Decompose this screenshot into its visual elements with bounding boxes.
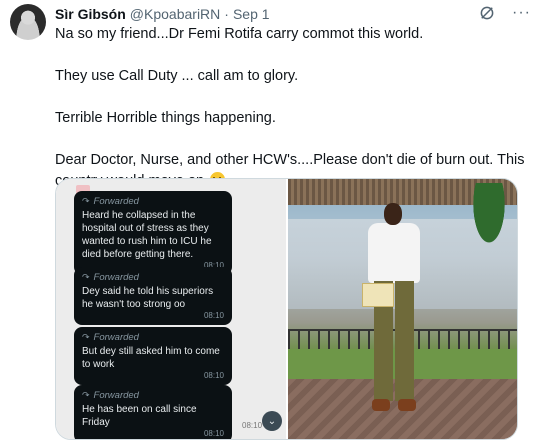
chat-message-text: But dey still asked him to come to work bbox=[82, 346, 220, 370]
chevron-down-icon: ⌄ bbox=[267, 415, 277, 427]
tweet-date[interactable]: Sep 1 bbox=[233, 6, 270, 22]
person-photo-image[interactable] bbox=[288, 179, 517, 439]
tweet-text: Na so my friend...Dr Femi Rotifa carry c… bbox=[55, 24, 525, 192]
chat-screenshot-image[interactable]: ↷ Forwarded Heard he collapsed in the hos… bbox=[56, 179, 286, 439]
person-shirt bbox=[368, 223, 420, 283]
side-time: 08:10 bbox=[242, 421, 263, 430]
grok-icon[interactable] bbox=[478, 4, 496, 22]
chat-message-4: ↷ Forwarded He has been on call since Fri… bbox=[74, 385, 232, 439]
chat-message-3: ↷ Forwarded But dey still asked him to co… bbox=[74, 327, 232, 385]
chat-message-text: He has been on call since Friday bbox=[82, 404, 197, 428]
forwarded-text: Forwarded bbox=[93, 196, 139, 207]
separator: · bbox=[224, 6, 229, 22]
forwarded-label: ↷ Forwarded bbox=[82, 271, 224, 284]
forwarded-label: ↷ Forwarded bbox=[82, 331, 224, 344]
forward-arrow-icon: ↷ bbox=[82, 390, 90, 400]
author-handle[interactable]: @KpoabariRN bbox=[130, 6, 220, 22]
right-shoe bbox=[398, 399, 416, 411]
chat-message-time: 08:10 bbox=[203, 371, 224, 380]
chat-message-2: ↷ Forwarded Dey said he told his superior… bbox=[74, 267, 232, 325]
forwarded-label: ↷ Forwarded bbox=[82, 195, 224, 208]
chat-message-time: 08:10 bbox=[203, 311, 224, 320]
forwarded-label: ↷ Forwarded bbox=[82, 389, 224, 402]
chat-message-text: Dey said he told his superiors he wasn't… bbox=[82, 286, 214, 310]
forwarded-text: Forwarded bbox=[93, 390, 139, 401]
more-icon[interactable]: ··· bbox=[512, 4, 531, 22]
left-shoe bbox=[372, 399, 390, 411]
forwarded-text: Forwarded bbox=[93, 272, 139, 283]
header-actions: ··· bbox=[478, 4, 531, 22]
scroll-down-button[interactable]: ⌄ bbox=[262, 411, 282, 431]
certificate bbox=[362, 283, 394, 307]
tweet-header: Sìr Gibsón @KpoabariRN · Sep 1 ··· bbox=[55, 4, 535, 24]
tweet-paragraph-1: Na so my friend...Dr Femi Rotifa carry c… bbox=[55, 26, 424, 42]
avatar[interactable] bbox=[10, 4, 46, 40]
chat-message-1: ↷ Forwarded Heard he collapsed in the hos… bbox=[74, 191, 232, 275]
palm-tree bbox=[469, 183, 509, 253]
author-name[interactable]: Sìr Gibsón bbox=[55, 6, 126, 22]
chat-message-time: 08:10 bbox=[203, 429, 224, 438]
tweet-media[interactable]: ↷ Forwarded Heard he collapsed in the hos… bbox=[55, 178, 518, 440]
forward-arrow-icon: ↷ bbox=[82, 196, 90, 206]
person-head bbox=[384, 203, 402, 225]
tweet-paragraph-3: Terrible Horrible things happening. bbox=[55, 110, 276, 126]
forward-arrow-icon: ↷ bbox=[82, 272, 90, 282]
forward-arrow-icon: ↷ bbox=[82, 332, 90, 342]
forwarded-text: Forwarded bbox=[93, 332, 139, 343]
tweet-paragraph-2: They use Call Duty ... call am to glory. bbox=[55, 68, 299, 84]
chat-message-text: Heard he collapsed in the hospital out o… bbox=[82, 210, 212, 260]
